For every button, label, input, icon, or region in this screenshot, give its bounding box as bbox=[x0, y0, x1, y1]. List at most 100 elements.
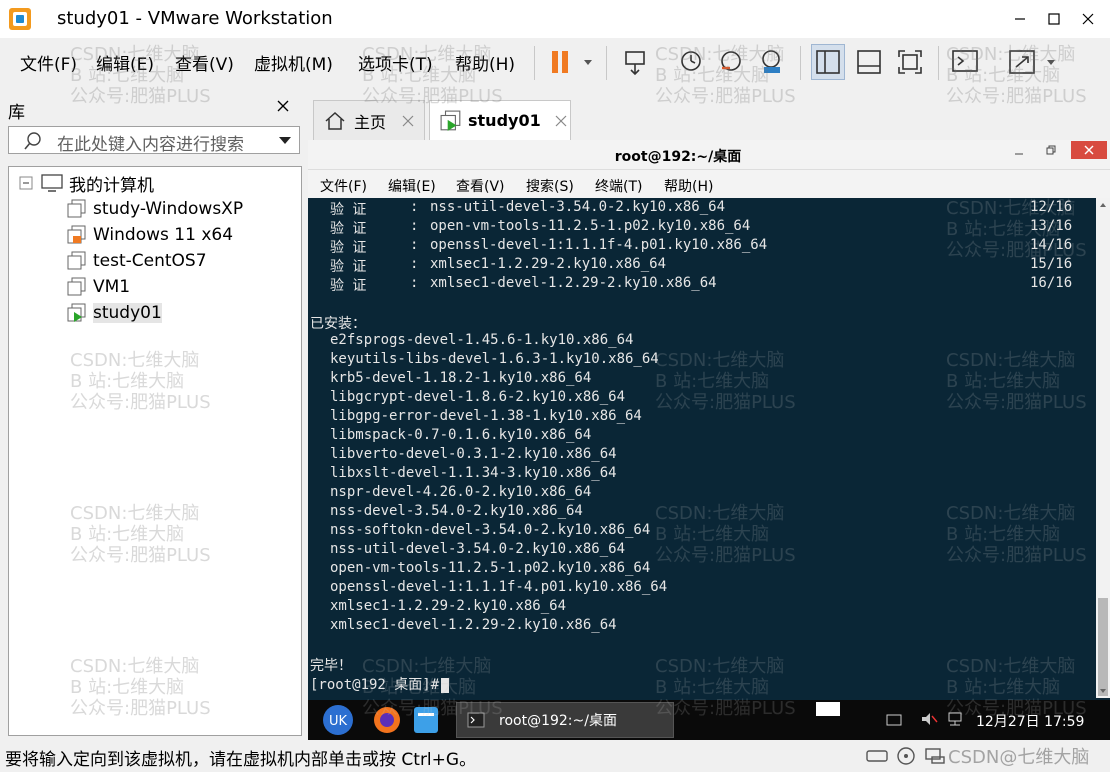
maximize-button[interactable] bbox=[1037, 6, 1071, 32]
minimize-icon bbox=[1015, 18, 1025, 20]
menu-toolbar: 文件(F) 编辑(E) 查看(V) 虚拟机(M) 选项卡(T) 帮助(H) bbox=[0, 38, 1110, 88]
library-search-input[interactable]: 在此处键入内容进行搜索 bbox=[8, 126, 300, 155]
thumbnail-bar-button[interactable] bbox=[852, 44, 886, 80]
full-screen-icon bbox=[898, 50, 922, 74]
home-icon bbox=[325, 111, 345, 130]
menu-tabs[interactable]: 选项卡(T) bbox=[358, 50, 433, 75]
full-screen-button[interactable] bbox=[893, 44, 927, 80]
vm-item-windows-11[interactable]: Windows 11 x64 bbox=[67, 223, 233, 247]
console-view-button[interactable] bbox=[948, 44, 982, 80]
terminal-installed-line: keyutils-libs-devel-1.6.3-1.ky10.x86_64 bbox=[330, 351, 659, 367]
gmenu-edit[interactable]: 编辑(E) bbox=[388, 176, 436, 196]
send-ctrl-alt-del-button[interactable] bbox=[618, 44, 652, 80]
tree-root-label: 我的计算机 bbox=[69, 175, 154, 196]
snapshot-button[interactable] bbox=[675, 44, 709, 80]
volume-muted-icon[interactable] bbox=[920, 711, 938, 727]
terminal-output[interactable]: 验 证: nss-util-devel-3.54.0-2.ky10.x86_64 1… bbox=[308, 198, 1096, 698]
minimize-button[interactable] bbox=[1003, 6, 1037, 32]
guest-restore-icon[interactable] bbox=[1046, 145, 1056, 155]
tree-root-my-computer[interactable]: 我的计算机 bbox=[19, 171, 154, 196]
menu-vm[interactable]: 虚拟机(M) bbox=[254, 50, 333, 75]
menu-view[interactable]: 查看(V) bbox=[175, 50, 234, 75]
collapse-icon[interactable] bbox=[19, 176, 33, 190]
gmenu-view[interactable]: 查看(V) bbox=[456, 176, 505, 196]
show-library-button[interactable] bbox=[811, 44, 845, 80]
guest-close-button[interactable] bbox=[1071, 141, 1107, 159]
title-bar: study01 - VMware Workstation bbox=[0, 0, 1110, 38]
vm-locked-icon bbox=[67, 225, 86, 244]
gmenu-search[interactable]: 搜索(S) bbox=[526, 176, 574, 196]
terminal-installed-line: libgcrypt-devel-1.8.6-2.ky10.x86_64 bbox=[330, 389, 626, 405]
svg-text:UK: UK bbox=[329, 714, 348, 729]
toolbar-separator bbox=[800, 46, 801, 80]
keyboard-indicator[interactable] bbox=[816, 702, 840, 716]
tab-home[interactable]: 主页 bbox=[313, 100, 425, 140]
terminal-installed-line: krb5-devel-1.18.2-1.ky10.x86_64 bbox=[330, 370, 592, 386]
menu-file[interactable]: 文件(F) bbox=[20, 50, 77, 75]
console-view-icon bbox=[952, 50, 978, 72]
tab-study01-label: study01 bbox=[468, 111, 541, 130]
tab-close-icon[interactable] bbox=[402, 115, 414, 127]
scroll-thumb[interactable] bbox=[1098, 598, 1108, 696]
input-method-icon[interactable] bbox=[886, 713, 902, 727]
cd-dvd-icon[interactable] bbox=[896, 746, 916, 766]
vm-item-test-centos7[interactable]: test-CentOS7 bbox=[67, 249, 207, 273]
scroll-up-icon[interactable] bbox=[1099, 202, 1107, 208]
close-button[interactable] bbox=[1071, 6, 1105, 32]
vm-item-study-windowsxp[interactable]: study-WindowsXP bbox=[67, 197, 243, 221]
vm-icon bbox=[67, 199, 86, 218]
terminal-installed-line: xmlsec1-1.2.29-2.ky10.x86_64 bbox=[330, 598, 567, 614]
vm-icon bbox=[67, 251, 86, 270]
vmware-app-icon bbox=[9, 8, 31, 30]
guest-clock[interactable]: 12月27日 17:59 bbox=[976, 711, 1084, 731]
stretch-guest-icon bbox=[1009, 50, 1055, 74]
menu-help[interactable]: 帮助(H) bbox=[455, 50, 515, 75]
gmenu-help[interactable]: 帮助(H) bbox=[664, 176, 713, 196]
vm-label: study-WindowsXP bbox=[93, 199, 244, 219]
taskbar-app-label: root@192:~/桌面 bbox=[499, 713, 617, 729]
tab-study01[interactable]: study01 bbox=[429, 100, 571, 140]
chevron-down-icon[interactable] bbox=[277, 132, 293, 148]
firefox-icon[interactable] bbox=[372, 705, 402, 735]
terminal-installed-line: xmlsec1-devel-1.2.29-2.ky10.x86_64 bbox=[330, 617, 617, 633]
library-close-icon[interactable] bbox=[277, 96, 289, 117]
snapshot-manager-button[interactable] bbox=[755, 44, 789, 80]
file-manager-icon[interactable] bbox=[412, 705, 440, 735]
gmenu-terminal[interactable]: 终端(T) bbox=[595, 176, 642, 196]
guest-display[interactable]: root@192:~/桌面 文件(F) 编辑(E) 查看(V) 搜索(S) 终端… bbox=[308, 140, 1110, 740]
taskbar-terminal-app[interactable]: root@192:~/桌面 bbox=[456, 702, 674, 738]
terminal-installed-line: libmspack-0.7-0.1.6.ky10.x86_64 bbox=[330, 427, 592, 443]
menu-edit[interactable]: 编辑(E) bbox=[96, 50, 154, 75]
guest-taskbar: UK root@192:~/桌面 12月27日 17:59 bbox=[308, 700, 1110, 740]
vm-item-study01[interactable]: study01 bbox=[67, 301, 162, 325]
terminal-installed-line: openssl-devel-1:1.1.1f-4.p01.ky10.x86_64 bbox=[330, 579, 668, 595]
guest-terminal-title: root@192:~/桌面 bbox=[614, 149, 742, 165]
gmenu-file[interactable]: 文件(F) bbox=[320, 176, 367, 196]
guest-terminal-titlebar: root@192:~/桌面 bbox=[308, 140, 1110, 170]
stretch-guest-button[interactable] bbox=[1005, 44, 1061, 80]
network-icon[interactable] bbox=[946, 711, 964, 727]
tab-home-label: 主页 bbox=[354, 112, 387, 132]
pause-icon bbox=[552, 51, 592, 73]
status-message: 要将输入定向到该虚拟机，请在虚拟机内部单击或按 Ctrl+G。 bbox=[5, 750, 477, 770]
vm-item-vm1[interactable]: VM1 bbox=[67, 275, 130, 299]
window-title: study01 - VMware Workstation bbox=[57, 8, 333, 29]
vm-icon bbox=[67, 277, 86, 296]
revert-snapshot-button[interactable] bbox=[715, 44, 749, 80]
vm-tree: 我的计算机 study-WindowsXP Windows 11 x64 tes… bbox=[8, 166, 302, 736]
close-icon bbox=[1084, 145, 1094, 155]
pause-button[interactable] bbox=[543, 44, 599, 80]
terminal-prompt[interactable]: [root@192 桌面]# bbox=[310, 674, 450, 693]
terminal-installed-line: nspr-devel-4.26.0-2.ky10.x86_64 bbox=[330, 484, 592, 500]
library-panel: 库 在此处键入内容进行搜索 我的计算机 study-WindowsXP Wind… bbox=[0, 90, 305, 740]
toolbar-separator bbox=[938, 46, 939, 80]
guest-minimize-icon[interactable] bbox=[1014, 148, 1024, 158]
status-bar: 要将输入定向到该虚拟机，请在虚拟机内部单击或按 Ctrl+G。 CSDN@七维大… bbox=[0, 740, 1110, 772]
scroll-down-icon[interactable] bbox=[1099, 688, 1107, 694]
hard-disk-icon[interactable] bbox=[866, 748, 888, 764]
tab-close-icon[interactable] bbox=[555, 115, 567, 127]
terminal-scrollbar[interactable] bbox=[1096, 198, 1110, 698]
close-icon bbox=[1082, 13, 1094, 25]
network-adapter-icon[interactable] bbox=[924, 747, 946, 765]
start-menu-icon[interactable]: UK bbox=[322, 704, 354, 736]
